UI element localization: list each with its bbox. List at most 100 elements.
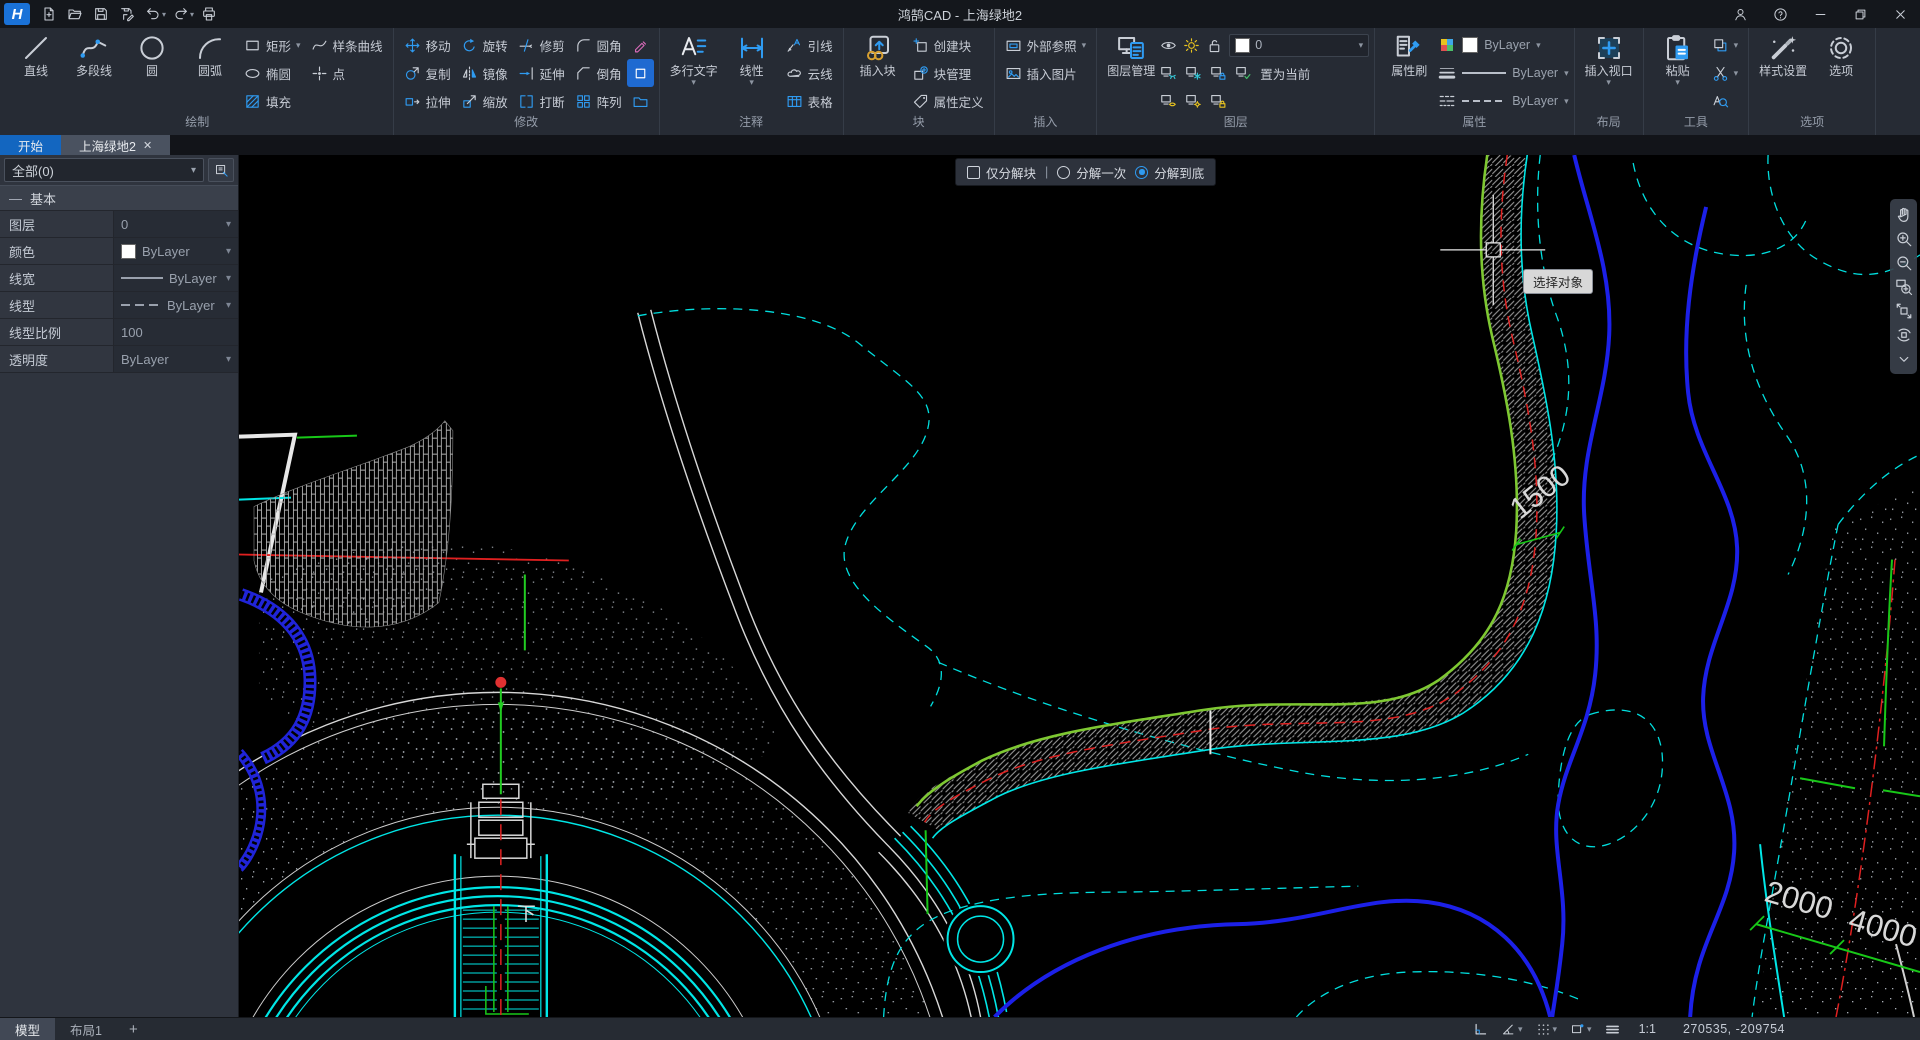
undo-dropdown-arrow[interactable]: ▾ [162, 10, 166, 19]
dropdown-arrow-icon[interactable]: ▾ [749, 78, 754, 87]
ribbon-button-mkblock[interactable]: 创建块 [907, 31, 989, 59]
zoom-out-button[interactable] [1893, 252, 1915, 273]
layer-dropdown[interactable]: 0▾ [1229, 34, 1369, 57]
ribbon-button-cloud[interactable]: 云线 [781, 59, 838, 87]
ribbon-button-copy[interactable]: 复制 [399, 59, 456, 87]
zoom-extents-button[interactable] [1893, 300, 1915, 321]
ribbon-button-image[interactable]: 插入图片 [1000, 59, 1092, 87]
lineweight-dropdown[interactable]: ByLayer▾ [1438, 59, 1568, 87]
save-button[interactable] [88, 3, 114, 25]
ribbon-button-selrect[interactable] [627, 59, 654, 87]
blue-water-lines[interactable] [995, 155, 1738, 1017]
property-value[interactable]: 100 [113, 319, 238, 345]
chevron-down-icon[interactable]: ▾ [226, 273, 231, 284]
quick-select-button[interactable] [208, 158, 234, 182]
property-value[interactable]: ByLayer▾ [113, 346, 238, 372]
print-button[interactable] [196, 3, 222, 25]
ribbon-button-wand[interactable]: 样式设置 [1754, 31, 1812, 79]
ribbon-button-folder[interactable] [627, 87, 654, 115]
navbar-more-button[interactable] [1893, 348, 1915, 369]
lyr-lock-button[interactable] [1210, 64, 1229, 83]
pan-button[interactable] [1893, 204, 1915, 225]
redo-dropdown-arrow[interactable]: ▾ [190, 10, 194, 19]
set-current-layer-button[interactable]: 置为当前 [1260, 64, 1310, 83]
ribbon-button-spline[interactable]: 样条曲线 [306, 31, 388, 59]
ribbon-button-break[interactable]: 打断 [513, 87, 570, 115]
tab-model[interactable]: 模型 [0, 1018, 55, 1040]
dropdown-arrow-icon[interactable]: ▾ [691, 78, 696, 87]
ribbon-button-trim[interactable]: 修剪 [513, 31, 570, 59]
lyr-eye-y-button[interactable] [1160, 92, 1179, 111]
ribbon-button-viewport[interactable]: 插入视口▾ [1580, 31, 1638, 88]
explode-once-radio[interactable]: 分解一次 [1057, 163, 1126, 182]
ribbon-button-hatch[interactable]: 填充 [239, 87, 306, 115]
zoom-in-button[interactable] [1893, 228, 1915, 249]
dropdown-arrow-icon[interactable]: ▾ [1082, 40, 1087, 51]
chevron-down-icon[interactable]: ▾ [226, 246, 231, 257]
ribbon-button-fillet[interactable]: 圆角 [570, 31, 627, 59]
ribbon-button-xref[interactable]: 外部参照▾ [1000, 31, 1092, 59]
lyr-sun-y-button[interactable] [1185, 92, 1204, 111]
tab-start[interactable]: 开始 [0, 135, 61, 155]
ribbon-button-gear[interactable]: 选项 [1812, 31, 1870, 79]
explode-all-radio[interactable]: 分解到底 [1135, 163, 1204, 182]
lineweight-toggle[interactable] [1605, 1022, 1620, 1037]
property-value[interactable]: 0▾ [113, 211, 238, 237]
ribbon-button-line[interactable]: 直线 [7, 31, 65, 79]
ribbon-button-insblock[interactable]: 插入块 [849, 31, 907, 79]
ribbon-button-pen[interactable] [627, 31, 654, 59]
explode-only-block-checkbox[interactable]: 仅分解块 [967, 163, 1036, 182]
annotation-scale[interactable]: 1:1 [1639, 1022, 1656, 1036]
tab-layout1[interactable]: 布局1 [55, 1018, 117, 1040]
lyr-cur-button[interactable] [1235, 64, 1254, 83]
dropdown-arrow-icon[interactable]: ▾ [1734, 40, 1739, 51]
dropdown-arrow-icon[interactable]: ▾ [1606, 78, 1611, 87]
ribbon-button-find[interactable] [1707, 87, 1744, 115]
ribbon-button-attdef[interactable]: 属性定义 [907, 87, 989, 115]
dropdown-arrow-icon[interactable]: ▾ [1675, 78, 1680, 87]
ribbon-button-move[interactable]: 移动 [399, 31, 456, 59]
linetype-dropdown[interactable]: ByLayer▾ [1438, 87, 1568, 115]
ribbon-button-circle[interactable]: 圆 [123, 31, 181, 79]
property-value[interactable]: ByLayer▾ [113, 292, 238, 318]
ribbon-button-table[interactable]: 表格 [781, 87, 838, 115]
help-button[interactable] [1760, 0, 1800, 28]
tab-document[interactable]: 上海绿地2 ✕ [61, 135, 170, 155]
dropdown-arrow-icon[interactable]: ▾ [296, 40, 301, 51]
ribbon-button-layermgr[interactable]: 图层管理 [1102, 31, 1160, 79]
ribbon-button-ellipse[interactable]: 椭圆 [239, 59, 306, 87]
grip-point[interactable] [495, 677, 506, 688]
dropdown-arrow-icon[interactable]: ▾ [1734, 68, 1739, 79]
ribbon-button-mtext[interactable]: 多行文字▾ [665, 31, 723, 88]
ribbon-button-dim[interactable]: 线性▾ [723, 31, 781, 88]
property-value[interactable]: ByLayer▾ [113, 238, 238, 264]
chevron-down-icon[interactable]: ▾ [226, 300, 231, 311]
lyr-lock-y-button[interactable] [1210, 92, 1229, 111]
ribbon-button-paste[interactable]: 粘贴▾ [1649, 31, 1707, 88]
ribbon-button-rotate[interactable]: 旋转 [456, 31, 513, 59]
chevron-down-icon[interactable]: ▾ [226, 354, 231, 365]
grid-snap-toggle[interactable]: ▾ [1536, 1022, 1558, 1037]
lyr-frz-button[interactable] [1185, 64, 1204, 83]
ribbon-button-copy2[interactable]: ▾ [1707, 31, 1744, 59]
minimize-button[interactable] [1800, 0, 1840, 28]
chevron-down-icon[interactable]: ▾ [226, 219, 231, 230]
ribbon-button-scale[interactable]: 缩放 [456, 87, 513, 115]
orbit-button[interactable] [1893, 324, 1915, 345]
ribbon-button-cut[interactable]: ▾ [1707, 59, 1744, 87]
app-logo-icon[interactable]: H [4, 3, 30, 25]
brick-hatch-area[interactable] [254, 421, 453, 627]
new-file-button[interactable] [36, 3, 62, 25]
ribbon-button-arc[interactable]: 圆弧 [181, 31, 239, 79]
ribbon-button-polyline[interactable]: 多段线 [65, 31, 123, 79]
ribbon-button-array[interactable]: 阵列 [570, 87, 627, 115]
maximize-button[interactable] [1840, 0, 1880, 28]
selection-filter-dropdown[interactable]: 全部(0)▾ [4, 158, 204, 182]
ribbon-button-mirror[interactable]: 镜像 [456, 59, 513, 87]
property-value[interactable]: ByLayer▾ [113, 265, 238, 291]
ribbon-button-extend[interactable]: 延伸 [513, 59, 570, 87]
open-file-button[interactable] [62, 3, 88, 25]
section-basic[interactable]: — 基本 [0, 185, 238, 211]
ribbon-button-matchprops[interactable]: 属性刷 [1380, 31, 1438, 79]
ribbon-button-point[interactable]: 点 [306, 59, 388, 87]
